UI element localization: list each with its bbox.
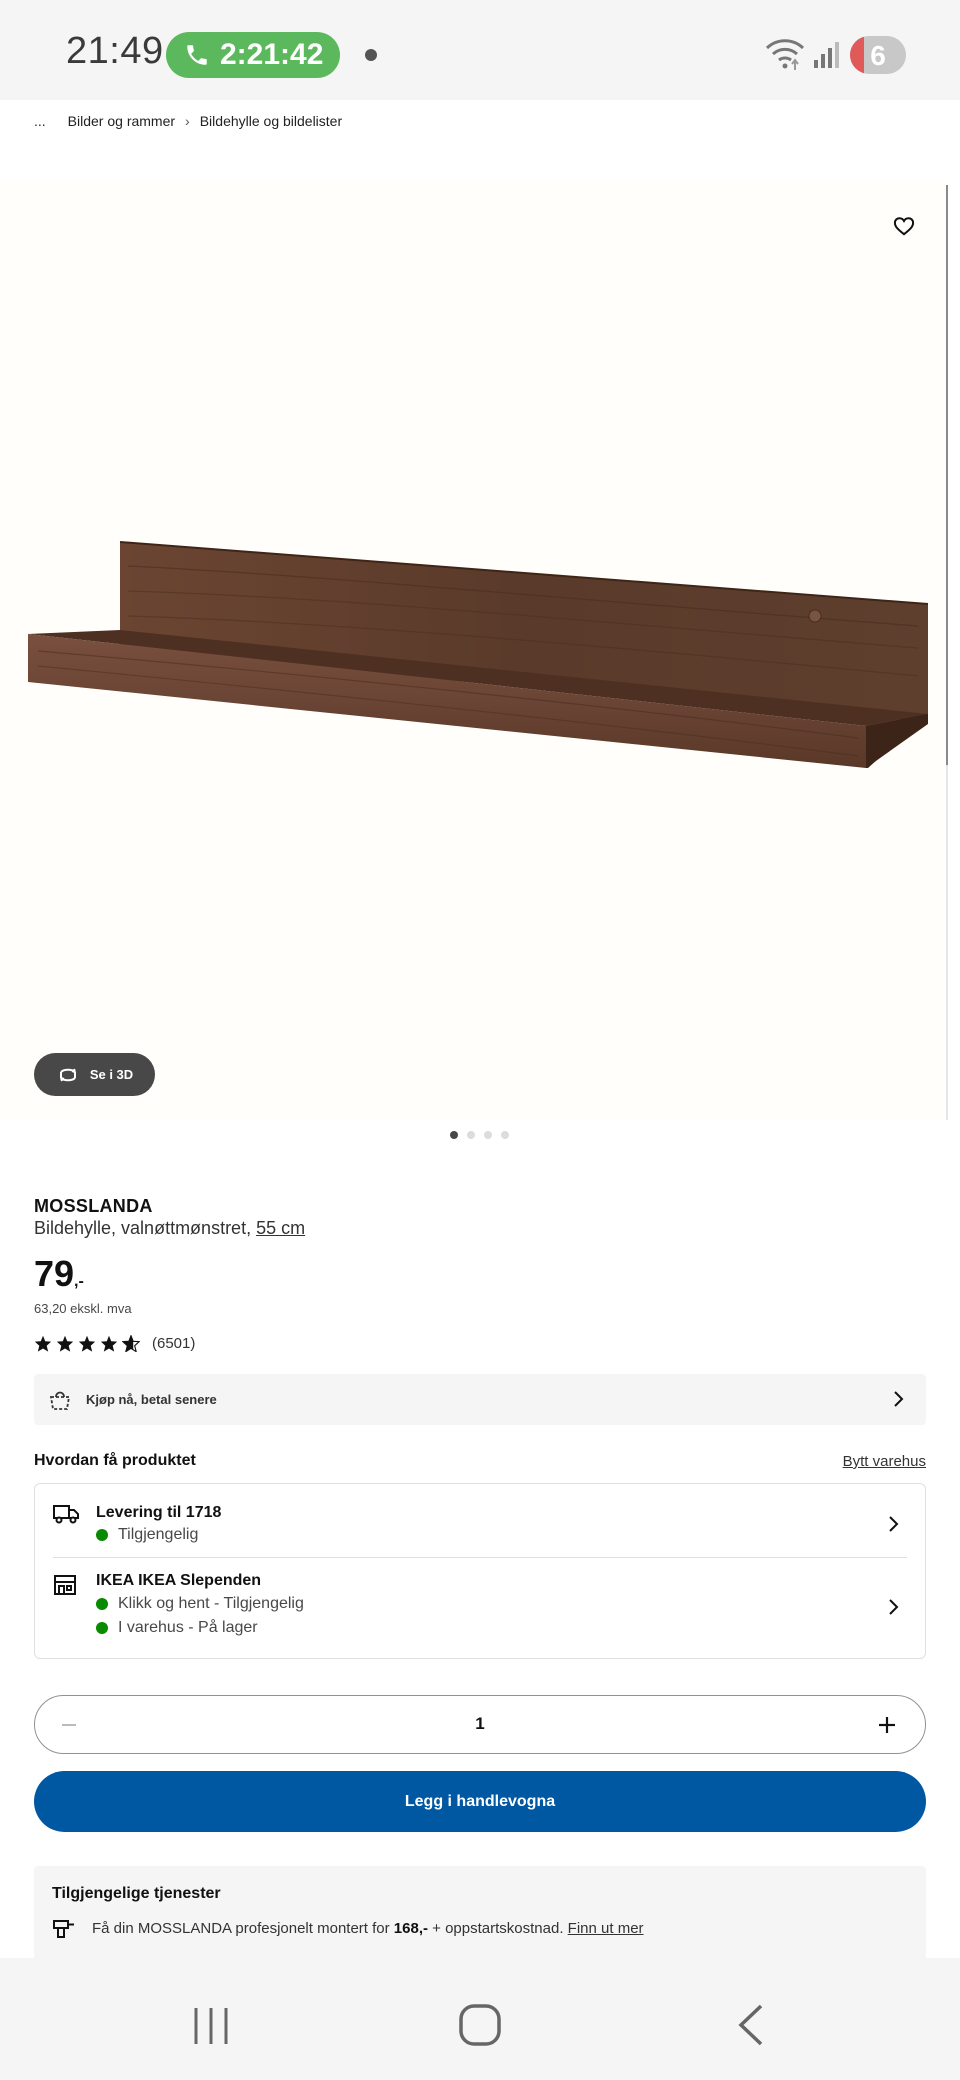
status-bar: 21:49 2:21:42 6 [0,0,960,100]
product-name: MOSSLANDA [34,1196,153,1216]
drill-icon [53,1920,74,1938]
price-suffix: ,- [74,1273,84,1290]
chevron-right-icon [894,1391,904,1407]
plus-icon[interactable] [875,1713,899,1737]
available-indicator [96,1622,108,1634]
pagination-dot[interactable] [450,1131,458,1139]
pay-later-banner[interactable]: Kjøp nå, betal senere [34,1374,926,1425]
product-size-link[interactable]: 55 cm [256,1218,305,1238]
pagination-dot[interactable] [484,1131,492,1139]
gallery-scroll-thumb[interactable] [946,185,948,765]
available-indicator [96,1529,108,1541]
phone-icon [187,45,207,65]
system-nav-bar [0,1958,960,2080]
star-icon [56,1335,74,1352]
battery-percent: 6 [870,40,886,71]
product-rating[interactable]: (6501) [34,1335,195,1352]
recent-apps-icon[interactable] [192,2006,230,2046]
heart-icon [893,217,915,236]
store-row[interactable]: IKEA IKEA Slependen Klikk og hent - Tilg… [35,1558,925,1658]
services-price: 168,- [393,1920,428,1937]
pagination-dot[interactable] [467,1131,475,1139]
services-panel: Tilgjengelige tjenester Få din MOSSLANDA… [34,1866,926,1966]
favorite-button[interactable] [886,208,922,244]
in-store-text: I varehus - På lager [118,1619,258,1636]
quantity-value[interactable]: 1 [35,1714,925,1734]
click-collect-text: Klikk og hent - Tilgjengelig [118,1595,304,1612]
available-indicator [96,1598,108,1610]
breadcrumb-item[interactable]: Bilder og rammer [68,113,175,129]
in-store-status: I varehus - På lager [96,1619,258,1637]
battery-indicator: 6 [850,36,906,74]
breadcrumb-ellipsis[interactable]: ... [34,113,46,129]
chevron-right-icon [889,1599,899,1615]
product-description: Bildehylle, valnøttmønstret, 55 cm [34,1218,305,1239]
services-text: Få din MOSSLANDA profesjonelt montert fo… [92,1920,644,1937]
add-to-cart-button[interactable]: Legg i handlevogna [34,1771,926,1832]
pay-later-label: Kjøp nå, betal senere [86,1392,217,1407]
truck-icon [53,1505,79,1524]
delivery-status: Tilgjengelig [96,1526,198,1544]
quantity-stepper: 1 [34,1695,926,1754]
breadcrumb: ... Bilder og rammer › Bildehylle og bil… [34,113,342,129]
home-icon[interactable] [458,2003,502,2047]
price-ex-vat: 63,20 ekskl. mva [34,1301,132,1316]
services-text-before: Få din MOSSLANDA profesjonelt montert fo… [92,1920,394,1937]
chevron-right-icon: › [185,113,190,129]
availability-title: Hvordan få produktet [34,1452,196,1469]
rotate-3d-icon [59,1068,76,1081]
store-title: IKEA IKEA Slependen [96,1572,262,1589]
store-icon [54,1575,76,1595]
delivery-title: Levering til 1718 [96,1504,222,1521]
back-icon[interactable] [735,2003,765,2047]
product-price: 79,- [34,1253,84,1295]
call-timer: 2:21:42 [220,38,324,71]
half-star-icon [122,1335,140,1352]
star-icon [78,1335,96,1352]
delivery-row[interactable]: Levering til 1718 Tilgjengelig [35,1484,925,1557]
availability-card: Levering til 1718 Tilgjengelig IKEA IKEA… [34,1483,926,1659]
breadcrumb-item[interactable]: Bildehylle og bildelister [200,113,342,129]
product-image [28,541,929,768]
change-store-link[interactable]: Bytt varehus [843,1453,926,1470]
services-more-link[interactable]: Finn ut mer [568,1920,644,1937]
gallery-pagination [450,1131,518,1139]
signal-icon [814,42,839,68]
wifi-icon [765,39,805,70]
rating-count: (6501) [152,1335,196,1352]
chevron-right-icon [889,1516,899,1532]
pagination-dot[interactable] [501,1131,509,1139]
call-indicator[interactable]: 2:21:42 [166,32,340,78]
click-collect-status: Klikk og hent - Tilgjengelig [96,1595,304,1613]
delivery-status-text: Tilgjengelig [118,1526,199,1543]
product-description-text: Bildehylle, valnøttmønstret, [34,1218,257,1238]
view-3d-button[interactable]: Se i 3D [34,1053,155,1096]
star-icon [100,1335,118,1352]
star-icon [34,1335,52,1352]
view-3d-label: Se i 3D [89,1067,134,1082]
services-text-after: + oppstartskostnad. [428,1920,568,1937]
clock: 21:49 [66,30,164,72]
services-title: Tilgjengelige tjenester [52,1885,221,1902]
price-value: 79 [34,1253,75,1294]
notification-dot [365,49,377,61]
shopping-bag-icon [49,1391,71,1410]
